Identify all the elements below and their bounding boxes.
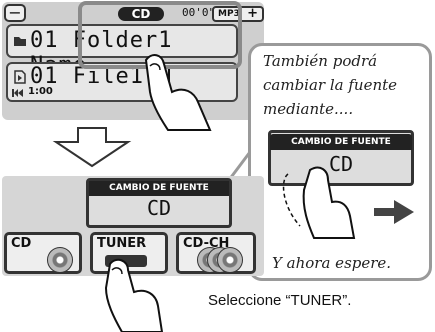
arrow-right-icon bbox=[374, 200, 414, 224]
source-label-tuner: TUNER bbox=[97, 236, 147, 251]
bubble-text-line-2: cambiar la fuente bbox=[263, 76, 398, 94]
minus-button[interactable]: − bbox=[4, 4, 26, 22]
disc-icon bbox=[217, 247, 243, 273]
bubble-footer-text: Y ahora espere. bbox=[272, 254, 392, 272]
cambio-fuente-header: CAMBIO DE FUENTE bbox=[270, 134, 412, 150]
folder-icon bbox=[14, 37, 26, 46]
source-label-cd: CD bbox=[11, 236, 32, 251]
disc-icon bbox=[47, 247, 73, 273]
source-button-cd-changer[interactable]: CD-CH bbox=[176, 232, 256, 274]
bubble-text-line-1: También podrá bbox=[263, 52, 378, 70]
bubble-text-line-3: mediante.... bbox=[263, 100, 354, 118]
instruction-caption: Seleccione “TUNER”. bbox=[208, 292, 352, 309]
pointing-hand-icon bbox=[144, 54, 212, 131]
arrow-down-icon bbox=[52, 127, 132, 168]
pointing-hand-icon bbox=[104, 258, 164, 332]
cambio-fuente-button-header: CAMBIO DE FUENTE bbox=[89, 181, 229, 196]
cambio-fuente-button-value: CD bbox=[146, 196, 172, 220]
plus-label: + bbox=[247, 6, 258, 21]
file-icon bbox=[14, 70, 26, 84]
source-button-cd[interactable]: CD bbox=[4, 232, 82, 274]
skip-back-icon bbox=[12, 89, 23, 97]
file-time: 1:00 bbox=[28, 86, 53, 97]
